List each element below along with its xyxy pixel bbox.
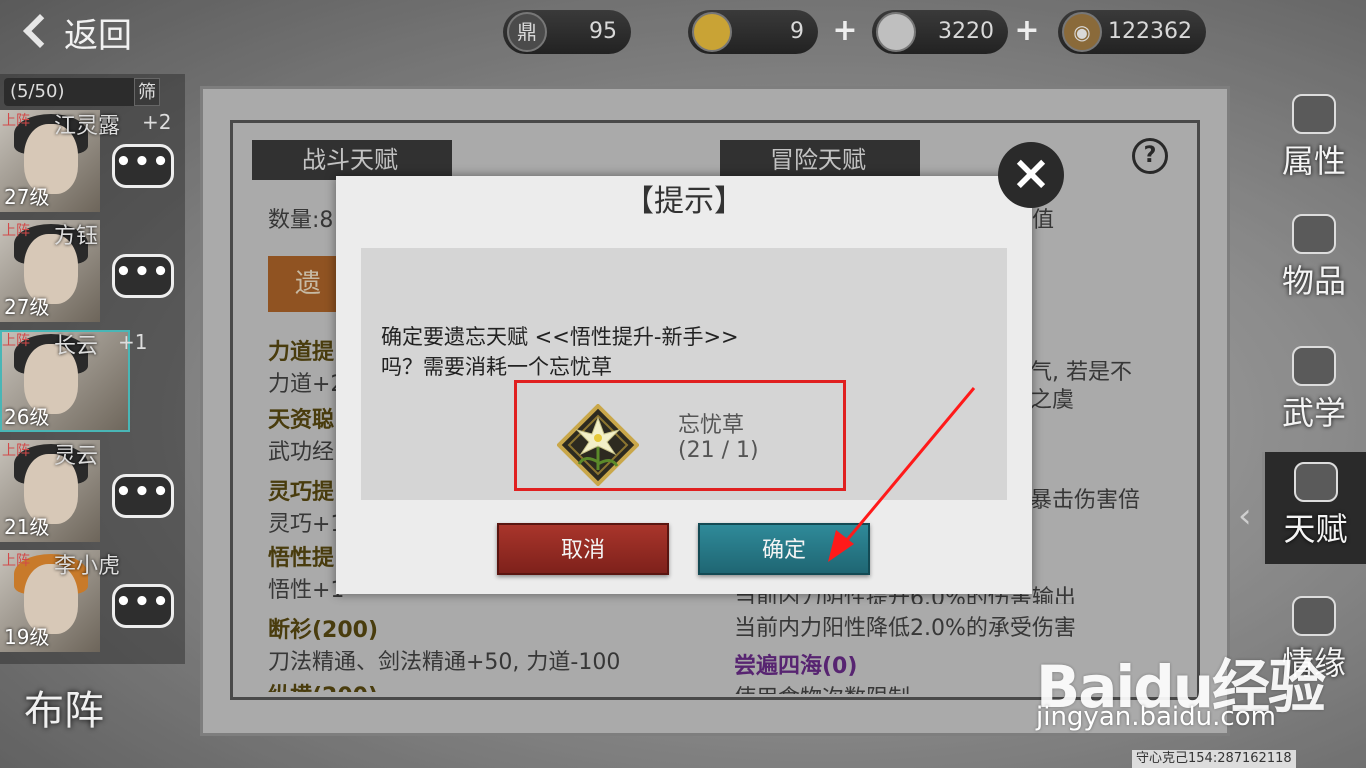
filter-button[interactable]: 筛: [134, 78, 160, 106]
deploy-tag: 上阵: [2, 553, 30, 569]
deploy-tag: 上阵: [2, 443, 30, 459]
dialog-message-line: 吗？需要消耗一个忘忧草: [381, 355, 612, 379]
character-level: 19级: [4, 625, 50, 649]
formation-button[interactable]: 布阵: [24, 676, 154, 746]
character-level: 27级: [4, 185, 50, 209]
tab-martial-arts[interactable]: 武学: [1262, 336, 1366, 448]
close-icon[interactable]: ×: [998, 142, 1064, 208]
tab-label: 天赋: [1283, 510, 1348, 548]
chat-bubble-icon[interactable]: •••: [112, 144, 174, 188]
chat-bubble-icon[interactable]: •••: [112, 474, 174, 518]
resource-cauldron: 鼎 95: [503, 10, 631, 54]
silver-ingot-icon: [876, 12, 916, 52]
tab-label: 属性: [1281, 142, 1346, 180]
character-level: 26级: [4, 405, 50, 429]
resource-value: 9: [790, 19, 804, 44]
resource-value: 122362: [1108, 19, 1192, 44]
roster-count-text: (5/50): [10, 81, 65, 102]
resource-value: 3220: [938, 19, 994, 44]
resource-gold: 9: [688, 10, 818, 54]
chevron-left-icon: [23, 14, 57, 48]
tab-items[interactable]: 物品: [1262, 204, 1366, 316]
character-level: 21级: [4, 515, 50, 539]
talent-tree-icon: [1293, 462, 1338, 502]
highlight-annotation: [514, 380, 846, 491]
player-id: 守心克己154:287162118: [1132, 750, 1296, 768]
watermark-url: jingyan.baidu.com: [1036, 702, 1276, 732]
character-bonus: +2: [142, 110, 172, 134]
dialog-title: 【提示】: [624, 184, 744, 219]
gift-box-icon: [1292, 214, 1336, 254]
tab-attributes[interactable]: 属性: [1262, 84, 1366, 196]
character-name: 灵云: [54, 444, 99, 469]
add-gold-button[interactable]: +: [832, 16, 858, 46]
cauldron-icon: 鼎: [507, 12, 547, 52]
character-name: 李小虎: [54, 554, 121, 579]
annotation-arrow-icon: [828, 387, 976, 562]
dialog-message: 确定要遗忘天赋 <<悟性提升-新手>> 吗？需要消耗一个忘忧草: [381, 322, 991, 382]
deploy-tag: 上阵: [2, 333, 30, 349]
monk-icon: [1292, 94, 1336, 134]
gold-bar-icon: [692, 12, 732, 52]
character-name: 长云: [54, 334, 99, 359]
deploy-tag: 上阵: [2, 223, 30, 239]
heart-icon: [1292, 596, 1336, 636]
back-label: 返回: [64, 16, 132, 56]
character-bonus: +1: [118, 330, 148, 354]
tab-talent[interactable]: 天赋: [1262, 452, 1366, 564]
chat-bubble-icon[interactable]: •••: [112, 584, 174, 628]
chat-bubble-icon[interactable]: •••: [112, 254, 174, 298]
roster-count: (5/50): [4, 78, 154, 106]
resource-silver: 3220: [872, 10, 1008, 54]
copper-coin-icon: ◉: [1062, 12, 1102, 52]
character-level: 27级: [4, 295, 50, 319]
resource-coin: ◉ 122362: [1058, 10, 1206, 54]
character-name: 江灵露: [54, 114, 121, 139]
cancel-button[interactable]: 取消: [497, 523, 669, 575]
deploy-tag: 上阵: [2, 113, 30, 129]
tab-label: 物品: [1281, 262, 1346, 300]
book-icon: [1292, 346, 1336, 386]
add-silver-button[interactable]: +: [1014, 16, 1040, 46]
character-name: 方钰: [54, 224, 99, 249]
tab-label: 武学: [1281, 394, 1346, 432]
back-button[interactable]: 返回: [18, 10, 148, 62]
dialog-message-line: 确定要遗忘天赋 <<悟性提升-新手>>: [381, 325, 739, 349]
chevron-left-icon: ‹: [1238, 496, 1252, 536]
resource-value: 95: [589, 19, 617, 44]
